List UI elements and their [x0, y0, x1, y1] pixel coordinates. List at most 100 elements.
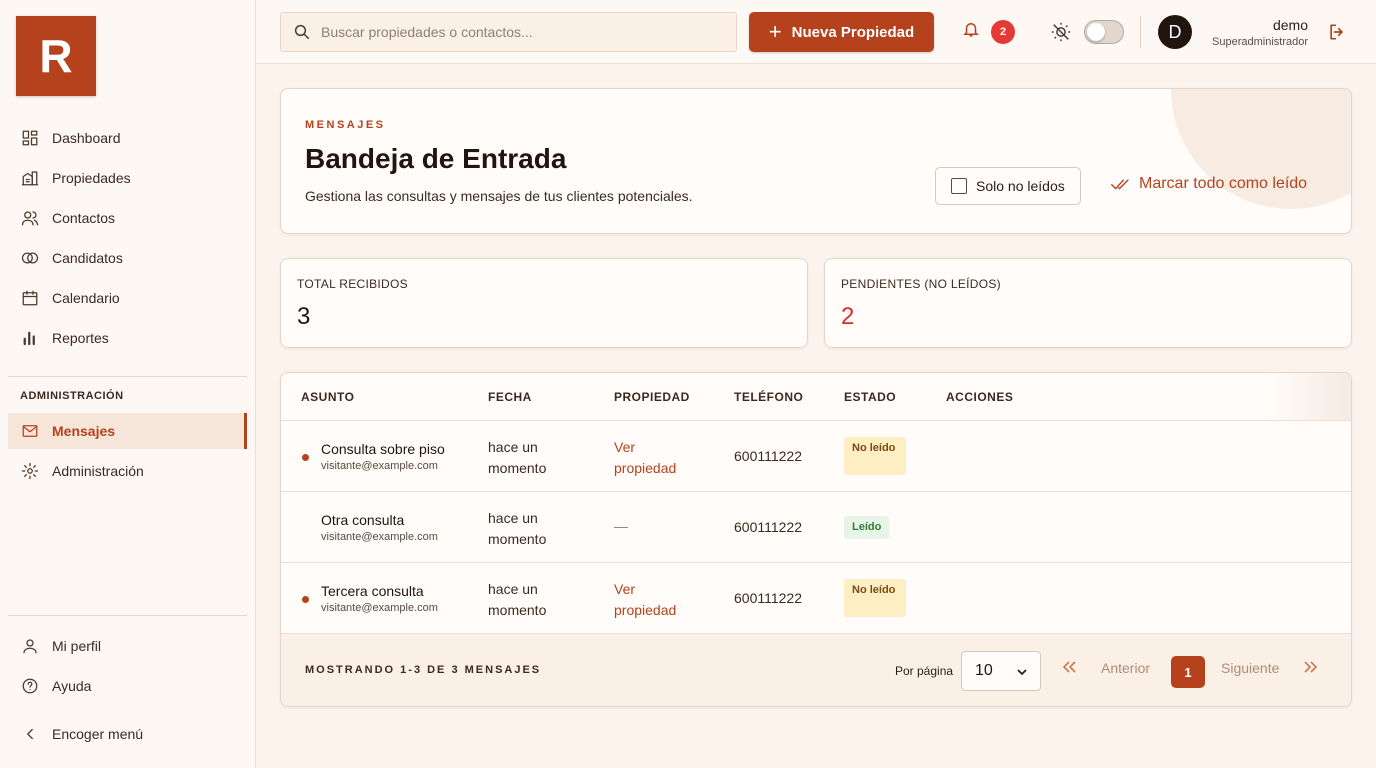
- notification-badge[interactable]: 2: [991, 20, 1015, 44]
- per-page-select[interactable]: 10: [961, 651, 1041, 691]
- current-page-button[interactable]: 1: [1171, 656, 1205, 688]
- user-icon: [20, 636, 40, 656]
- sidebar-item-ayuda[interactable]: Ayuda: [8, 668, 247, 704]
- message-phone: 600111222: [734, 448, 802, 464]
- sidebar-section-label: ADMINISTRACIÓN: [20, 390, 124, 402]
- sidebar-item-mensajes[interactable]: Mensajes: [8, 413, 247, 449]
- sidebar-item-label: Ayuda: [52, 678, 92, 694]
- user-name: demo: [1272, 17, 1308, 33]
- new-property-label: Nueva Propiedad: [791, 23, 915, 41]
- status-badge: Leído: [844, 516, 890, 539]
- message-subject[interactable]: Tercera consulta: [321, 583, 424, 599]
- candidates-icon: [20, 248, 40, 268]
- stat-total-card: TOTAL RECIBIDOS 3: [280, 258, 808, 348]
- bell-icon[interactable]: [962, 20, 984, 44]
- mark-all-read-button[interactable]: Marcar todo como leído: [1111, 175, 1307, 193]
- unread-only-filter[interactable]: Solo no leídos: [935, 167, 1081, 205]
- sidebar-item-reportes[interactable]: Reportes: [8, 320, 247, 356]
- stat-pending-label: PENDIENTES (NO LEÍDOS): [841, 277, 1001, 291]
- mail-icon: [20, 421, 40, 441]
- status-badge: No leído: [844, 579, 906, 617]
- table-header: ASUNTO FECHA PROPIEDAD TELÉFONO ESTADO A…: [281, 373, 1351, 421]
- column-header-telefono[interactable]: TELÉFONO: [734, 390, 803, 404]
- gear-icon: [20, 461, 40, 481]
- topbar-divider: [1140, 16, 1141, 48]
- user-role: Superadministrador: [1212, 36, 1308, 48]
- last-page-button[interactable]: [1303, 660, 1319, 677]
- per-page-value: 10: [975, 662, 993, 679]
- column-header-estado[interactable]: ESTADO: [844, 390, 896, 404]
- status-badge: No leído: [844, 437, 906, 475]
- avatar[interactable]: D: [1158, 15, 1192, 49]
- message-email: visitante@example.com: [321, 531, 438, 543]
- message-phone: 600111222: [734, 590, 802, 606]
- message-date: hace un momento: [488, 510, 547, 547]
- messages-table: ASUNTO FECHA PROPIEDAD TELÉFONO ESTADO A…: [280, 372, 1352, 707]
- stat-total-label: TOTAL RECIBIDOS: [297, 277, 408, 291]
- double-chevron-right-icon: [1304, 661, 1318, 673]
- view-property-link[interactable]: Ver propiedad: [614, 437, 694, 479]
- sidebar-item-administracion[interactable]: Administración: [8, 453, 247, 489]
- chevron-left-icon: [20, 724, 40, 744]
- sidebar-divider: [8, 615, 247, 616]
- double-chevron-left-icon: [1062, 661, 1076, 673]
- unread-dot: [302, 454, 309, 461]
- message-subject[interactable]: Consulta sobre piso: [321, 441, 445, 457]
- message-date: hace un momento: [488, 439, 547, 476]
- message-subject[interactable]: Otra consulta: [321, 512, 404, 528]
- sidebar-item-label: Mi perfil: [52, 638, 102, 654]
- message-date: hace un momento: [488, 581, 547, 618]
- unread-dot: [302, 596, 309, 603]
- page-subtitle: Gestiona las consultas y mensajes de tus…: [305, 188, 693, 204]
- page-title: Bandeja de Entrada: [305, 143, 567, 174]
- unread-only-label: Solo no leídos: [976, 178, 1065, 194]
- help-icon: [20, 676, 40, 696]
- column-header-fecha[interactable]: FECHA: [488, 390, 532, 404]
- contacts-icon: [20, 208, 40, 228]
- calendar-icon: [20, 288, 40, 308]
- inbox-header-card: MENSAJES Bandeja de Entrada Gestiona las…: [280, 88, 1352, 234]
- app-logo[interactable]: R: [16, 16, 96, 96]
- sidebar-item-label: Propiedades: [52, 170, 131, 186]
- search-input[interactable]: [321, 24, 721, 40]
- unread-only-checkbox[interactable]: [951, 178, 967, 194]
- search-box[interactable]: [280, 12, 737, 52]
- message-email: visitante@example.com: [321, 602, 438, 614]
- sidebar-item-propiedades[interactable]: Propiedades: [8, 160, 247, 196]
- stat-pending-value: 2: [841, 303, 855, 330]
- column-header-propiedad[interactable]: PROPIEDAD: [614, 390, 690, 404]
- sidebar-item-candidatos[interactable]: Candidatos: [8, 240, 247, 276]
- sidebar-item-dashboard[interactable]: Dashboard: [8, 120, 247, 156]
- table-row[interactable]: Tercera consulta visitante@example.com h…: [281, 563, 1351, 634]
- previous-page-button[interactable]: Anterior: [1101, 660, 1150, 676]
- column-header-asunto[interactable]: ASUNTO: [301, 390, 354, 404]
- search-icon: [294, 24, 310, 40]
- sidebar-item-mi-perfil[interactable]: Mi perfil: [8, 628, 247, 664]
- next-page-button[interactable]: Siguiente: [1221, 660, 1279, 676]
- per-page-label: Por página: [895, 664, 954, 678]
- sidebar-item-contactos[interactable]: Contactos: [8, 200, 247, 236]
- table-row[interactable]: Consulta sobre piso visitante@example.co…: [281, 421, 1351, 492]
- message-phone: 600111222: [734, 519, 802, 535]
- view-property-link[interactable]: Ver propiedad: [614, 579, 694, 621]
- sidebar: R Dashboard Propiedades Contactos Candid…: [0, 0, 256, 768]
- sidebar-item-label: Administración: [52, 463, 144, 479]
- table-row[interactable]: Otra consulta visitante@example.com hace…: [281, 492, 1351, 563]
- stat-total-value: 3: [297, 303, 311, 330]
- reports-icon: [20, 328, 40, 348]
- new-property-button[interactable]: + Nueva Propiedad: [749, 12, 934, 52]
- table-footer: MOSTRANDO 1-3 DE 3 MENSAJES Por página 1…: [281, 634, 1351, 706]
- sidebar-item-label: Encoger menú: [52, 726, 144, 742]
- stat-pending-card: PENDIENTES (NO LEÍDOS) 2: [824, 258, 1352, 348]
- sidebar-item-label: Mensajes: [52, 423, 116, 439]
- collapse-menu-button[interactable]: Encoger menú: [8, 716, 247, 752]
- theme-toggle[interactable]: [1084, 20, 1124, 44]
- section-eyebrow: MENSAJES: [305, 119, 386, 131]
- toggle-knob: [1087, 23, 1105, 41]
- sidebar-item-calendario[interactable]: Calendario: [8, 280, 247, 316]
- pagination-summary: MOSTRANDO 1-3 DE 3 MENSAJES: [305, 664, 542, 676]
- first-page-button[interactable]: [1061, 660, 1077, 677]
- message-email: visitante@example.com: [321, 460, 438, 472]
- logout-icon[interactable]: [1327, 22, 1347, 42]
- topbar: + Nueva Propiedad 2 D demo Superadminist…: [256, 0, 1376, 64]
